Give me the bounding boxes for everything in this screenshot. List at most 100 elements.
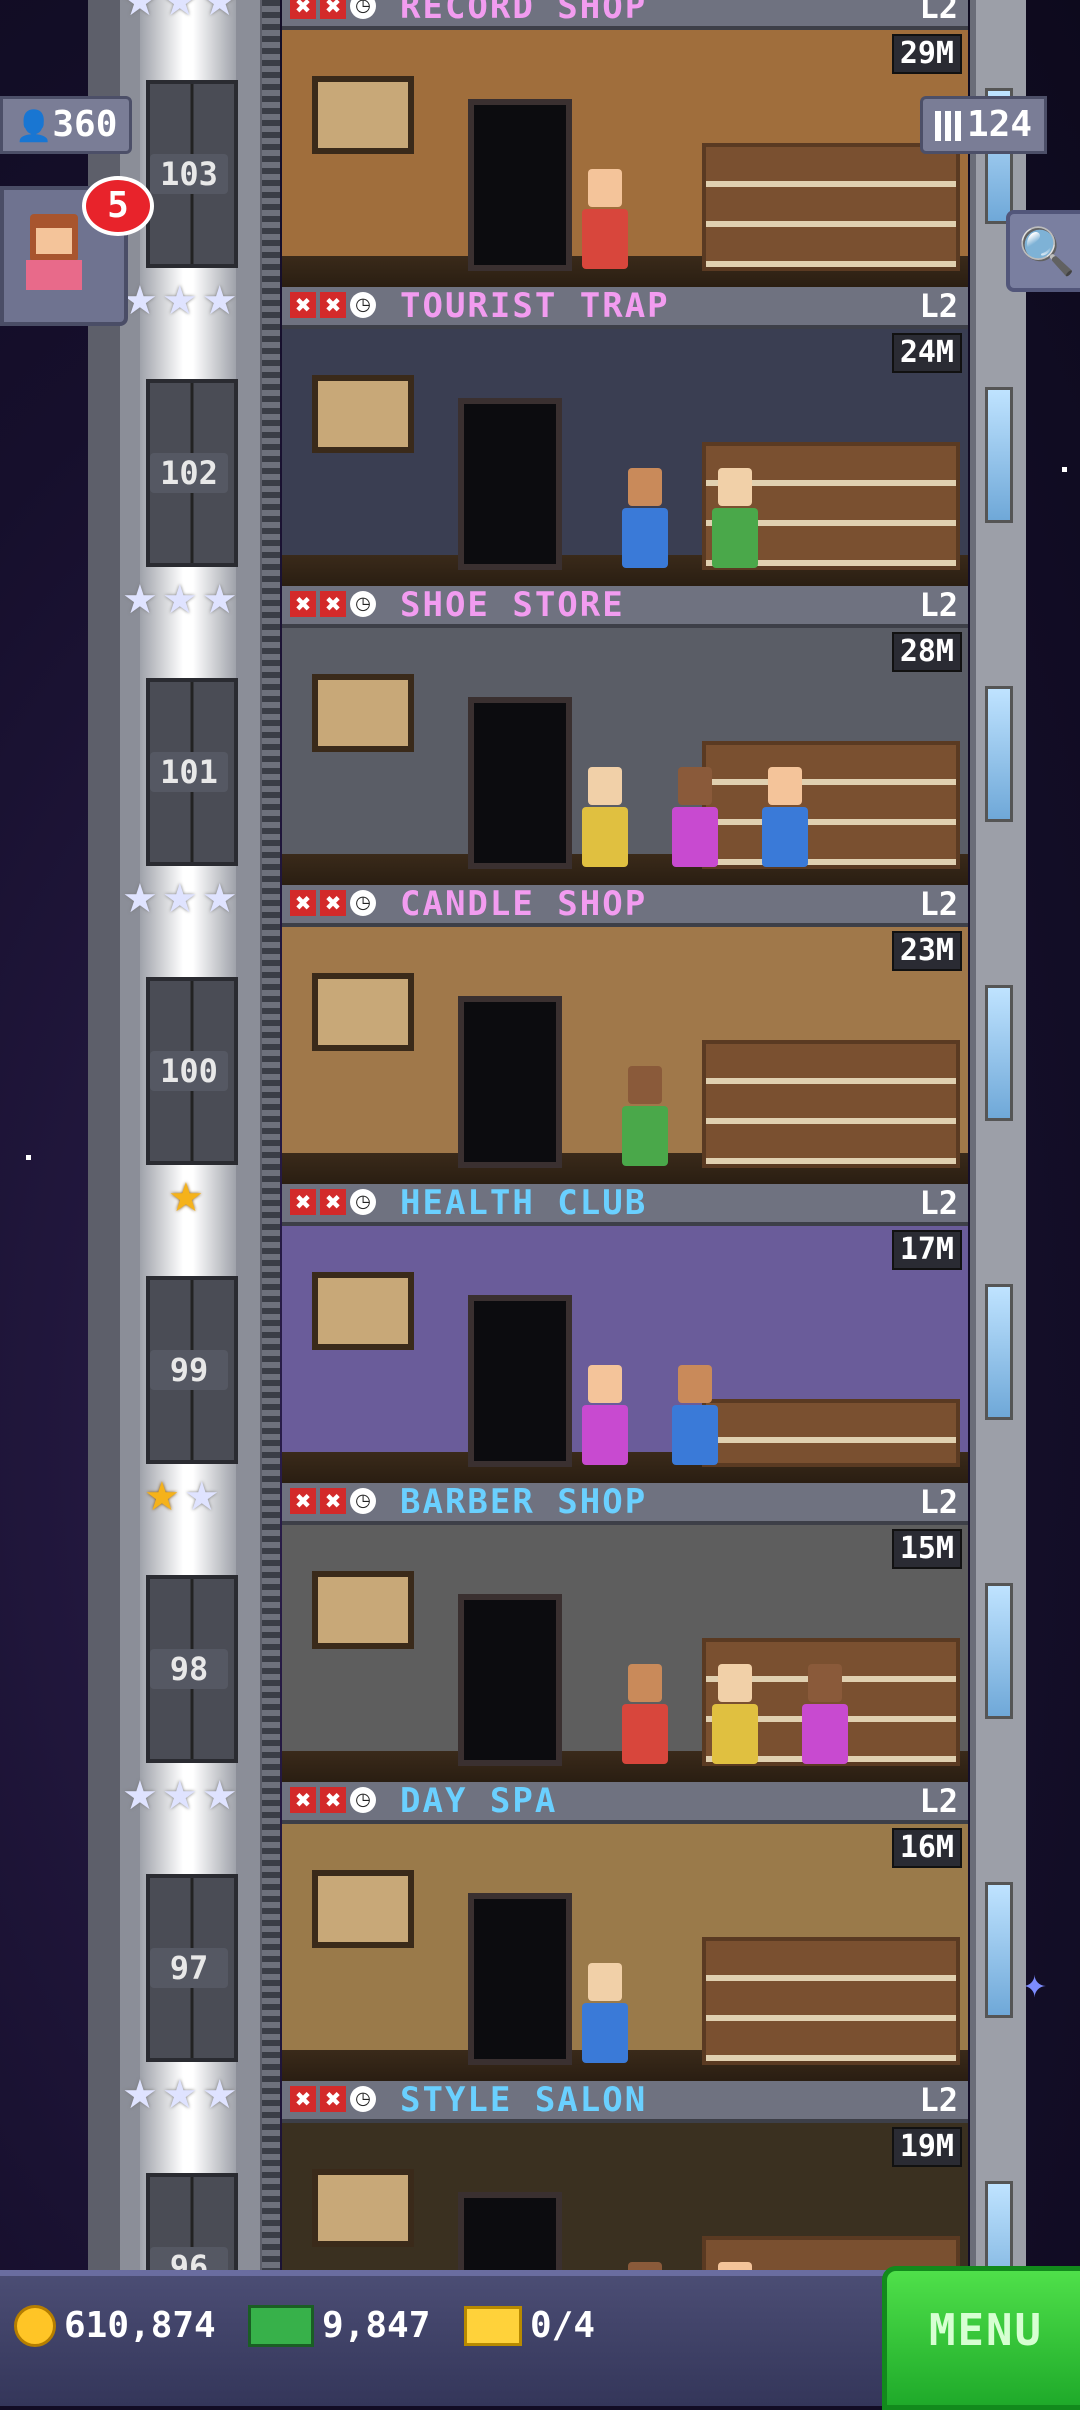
room-doorway [458, 996, 562, 1168]
tower-window [985, 1583, 1013, 1719]
gold-star-icon: ★ [168, 1175, 204, 1221]
floor-level: L2 [919, 1782, 958, 1820]
out-of-stock-icon: ✖ [290, 591, 316, 617]
bitizen-character[interactable] [622, 1664, 668, 1764]
room-doorway [458, 1594, 562, 1766]
bux-display[interactable]: 9,847 [248, 2296, 430, 2356]
floor-level: L2 [919, 1483, 958, 1521]
floor-name: HEALTH CLUB [400, 1183, 648, 1223]
floor-status-icons: ✖ ✖ ◷ [290, 2086, 376, 2114]
notification-badge: 5 [82, 176, 154, 236]
coins-display[interactable]: 610,874 [14, 2296, 216, 2356]
floor-header[interactable]: ✖ ✖ ◷ TOURIST TRAP L2 [282, 287, 968, 329]
out-of-stock-icon: ✖ [320, 0, 346, 19]
floor-room[interactable]: 16M [282, 1824, 968, 2081]
floor-room[interactable]: 29M [282, 30, 968, 287]
floor-name: BARBER SHOP [400, 1482, 648, 1522]
population-counter[interactable]: 👤360 [0, 96, 133, 154]
wall-decoration [312, 375, 414, 453]
floor-name: CANDLE SHOP [400, 884, 648, 924]
bitizen-character[interactable] [712, 468, 758, 568]
star-icon: ★ [161, 876, 198, 922]
person-icon: 👤 [15, 109, 53, 144]
floor-stars: ★ ★ ★ [122, 877, 238, 921]
wall-decoration [312, 674, 414, 752]
star-icon: ★ [183, 1474, 220, 1520]
restock-timer: 16M [891, 1828, 962, 1868]
ticket-icon [464, 2306, 522, 2346]
star-icon: ★ [161, 577, 198, 623]
menu-button[interactable]: MENU [882, 2266, 1080, 2410]
bitizen-character[interactable] [802, 1664, 848, 1764]
floor-room[interactable]: 23M [282, 927, 968, 1184]
floor-name: RECORD SHOP [400, 0, 648, 27]
floor-100[interactable]: ★ ★ ★ 100 ✖ ✖ ◷ CANDLE SHOP L2 23M [0, 877, 1080, 1184]
star-icon: ★ [201, 278, 238, 324]
room-doorway [458, 398, 562, 570]
floor-97[interactable]: ★ ★ ★ 97 ✖ ✖ ◷ DAY SPA L2 16M [0, 1774, 1080, 2081]
bitizen-character[interactable] [582, 1963, 628, 2063]
room-furniture [702, 1399, 960, 1467]
floor-status-icons: ✖ ✖ ◷ [290, 1189, 376, 1217]
floor-header[interactable]: ✖ ✖ ◷ DAY SPA L2 [282, 1782, 968, 1824]
bitizen-avatar [26, 214, 82, 294]
floor-header[interactable]: ✖ ✖ ◷ BARBER SHOP L2 [282, 1483, 968, 1525]
floor-status-icons: ✖ ✖ ◷ [290, 1787, 376, 1815]
floor-room[interactable]: 17M [282, 1226, 968, 1483]
floor-room[interactable]: 15M [282, 1525, 968, 1782]
wall-decoration [312, 1870, 414, 1948]
out-of-stock-icon: ✖ [290, 890, 316, 916]
floor-101[interactable]: ★ ★ ★ 101 ✖ ✖ ◷ SHOE STORE L2 28M [0, 578, 1080, 885]
out-of-stock-icon: ✖ [320, 1488, 346, 1514]
restock-timer: 19M [891, 2127, 962, 2167]
magnifier-icon: 🔍 [1018, 224, 1076, 278]
floor-header[interactable]: ✖ ✖ ◷ CANDLE SHOP L2 [282, 885, 968, 927]
floor-102[interactable]: ★ ★ ★ 102 ✖ ✖ ◷ TOURIST TRAP L2 24M [0, 279, 1080, 586]
floor-99[interactable]: ★ 99 ✖ ✖ ◷ HEALTH CLUB L2 17M [0, 1176, 1080, 1483]
floor-header[interactable]: ✖ ✖ ◷ SHOE STORE L2 [282, 586, 968, 628]
floor-stars: ★ [168, 1176, 204, 1220]
room-furniture [702, 1040, 960, 1168]
star-icon: ★ [201, 876, 238, 922]
bitizen-character[interactable] [712, 1664, 758, 1764]
floor-stars: ★ ★ [144, 1475, 220, 1519]
bitizen-character[interactable] [672, 1365, 718, 1465]
floor-stars: ★ ★ ★ [122, 0, 238, 24]
bitizen-character[interactable] [582, 1365, 628, 1465]
floor-room[interactable]: 28M [282, 628, 968, 885]
clock-icon: ◷ [350, 1787, 376, 1813]
bitizen-character[interactable] [672, 767, 718, 867]
room-furniture [702, 741, 960, 869]
search-button[interactable]: 🔍 [1006, 210, 1080, 292]
bitizen-character[interactable] [582, 169, 628, 269]
bitizen-character[interactable] [622, 468, 668, 568]
room-doorway [468, 1893, 572, 2065]
floor-status-icons: ✖ ✖ ◷ [290, 0, 376, 21]
floor-name: TOURIST TRAP [400, 286, 670, 326]
floor-98[interactable]: ★ ★ 98 ✖ ✖ ◷ BARBER SHOP L2 15M [0, 1475, 1080, 1782]
floor-number: 99 [150, 1350, 228, 1390]
floor-header[interactable]: ✖ ✖ ◷ HEALTH CLUB L2 [282, 1184, 968, 1226]
bitizen-character[interactable] [622, 1066, 668, 1166]
floor-header[interactable]: ✖ ✖ ◷ STYLE SALON L2 [282, 2081, 968, 2123]
floor-header[interactable]: ✖ ✖ ◷ RECORD SHOP L2 [282, 0, 968, 30]
floor-status-icons: ✖ ✖ ◷ [290, 890, 376, 918]
clock-icon: ◷ [350, 2086, 376, 2112]
tower-window [985, 985, 1013, 1121]
star-icon: ★ [161, 2072, 198, 2118]
tickets-display[interactable]: 0/4 [464, 2296, 595, 2356]
building-icon [935, 111, 961, 141]
bitizen-character[interactable] [582, 767, 628, 867]
wall-decoration [312, 1571, 414, 1649]
bitizen-character[interactable] [762, 767, 808, 867]
floor-room[interactable]: 24M [282, 329, 968, 586]
game-scene[interactable]: ✦ ★ ★ ★ 103 ✖ ✖ ◷ RECORD SHOP L2 29M ★ ★ ★ 102 ✖ ✖ ◷ TOUR… [0, 0, 1080, 2400]
floors-counter[interactable]: 124 [920, 96, 1048, 154]
out-of-stock-icon: ✖ [290, 0, 316, 19]
floor-103[interactable]: ★ ★ ★ 103 ✖ ✖ ◷ RECORD SHOP L2 29M [0, 0, 1080, 287]
out-of-stock-icon: ✖ [290, 292, 316, 318]
out-of-stock-icon: ✖ [320, 292, 346, 318]
out-of-stock-icon: ✖ [290, 1189, 316, 1215]
tower-window [985, 1882, 1013, 2018]
floor-stars: ★ ★ ★ [122, 279, 238, 323]
